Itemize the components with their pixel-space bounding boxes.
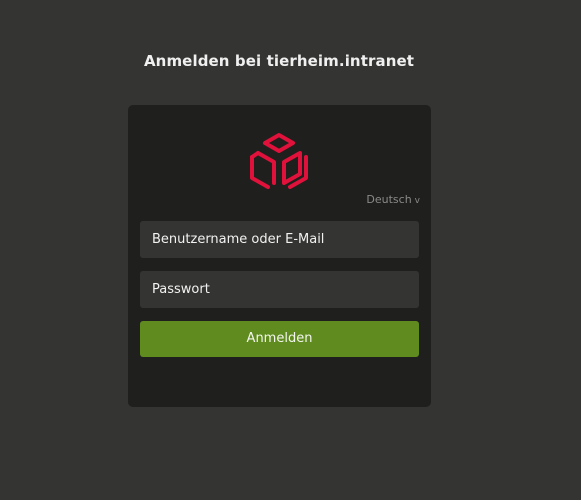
password-input[interactable]: Passwort	[140, 271, 419, 308]
login-button[interactable]: Anmelden	[140, 321, 419, 357]
chevron-down-icon: v	[414, 196, 420, 206]
cube-logo-icon	[250, 133, 308, 189]
language-label: Deutsch	[366, 193, 412, 206]
login-page: Anmelden bei tierheim.intranet Deutsch v …	[0, 0, 581, 500]
page-title: Anmelden bei tierheim.intranet	[143, 52, 415, 70]
language-select[interactable]: Deutsch v	[366, 193, 420, 206]
username-input[interactable]: Benutzername oder E-Mail	[140, 221, 419, 258]
login-card: Deutsch v Benutzername oder E-Mail Passwo…	[128, 105, 431, 407]
